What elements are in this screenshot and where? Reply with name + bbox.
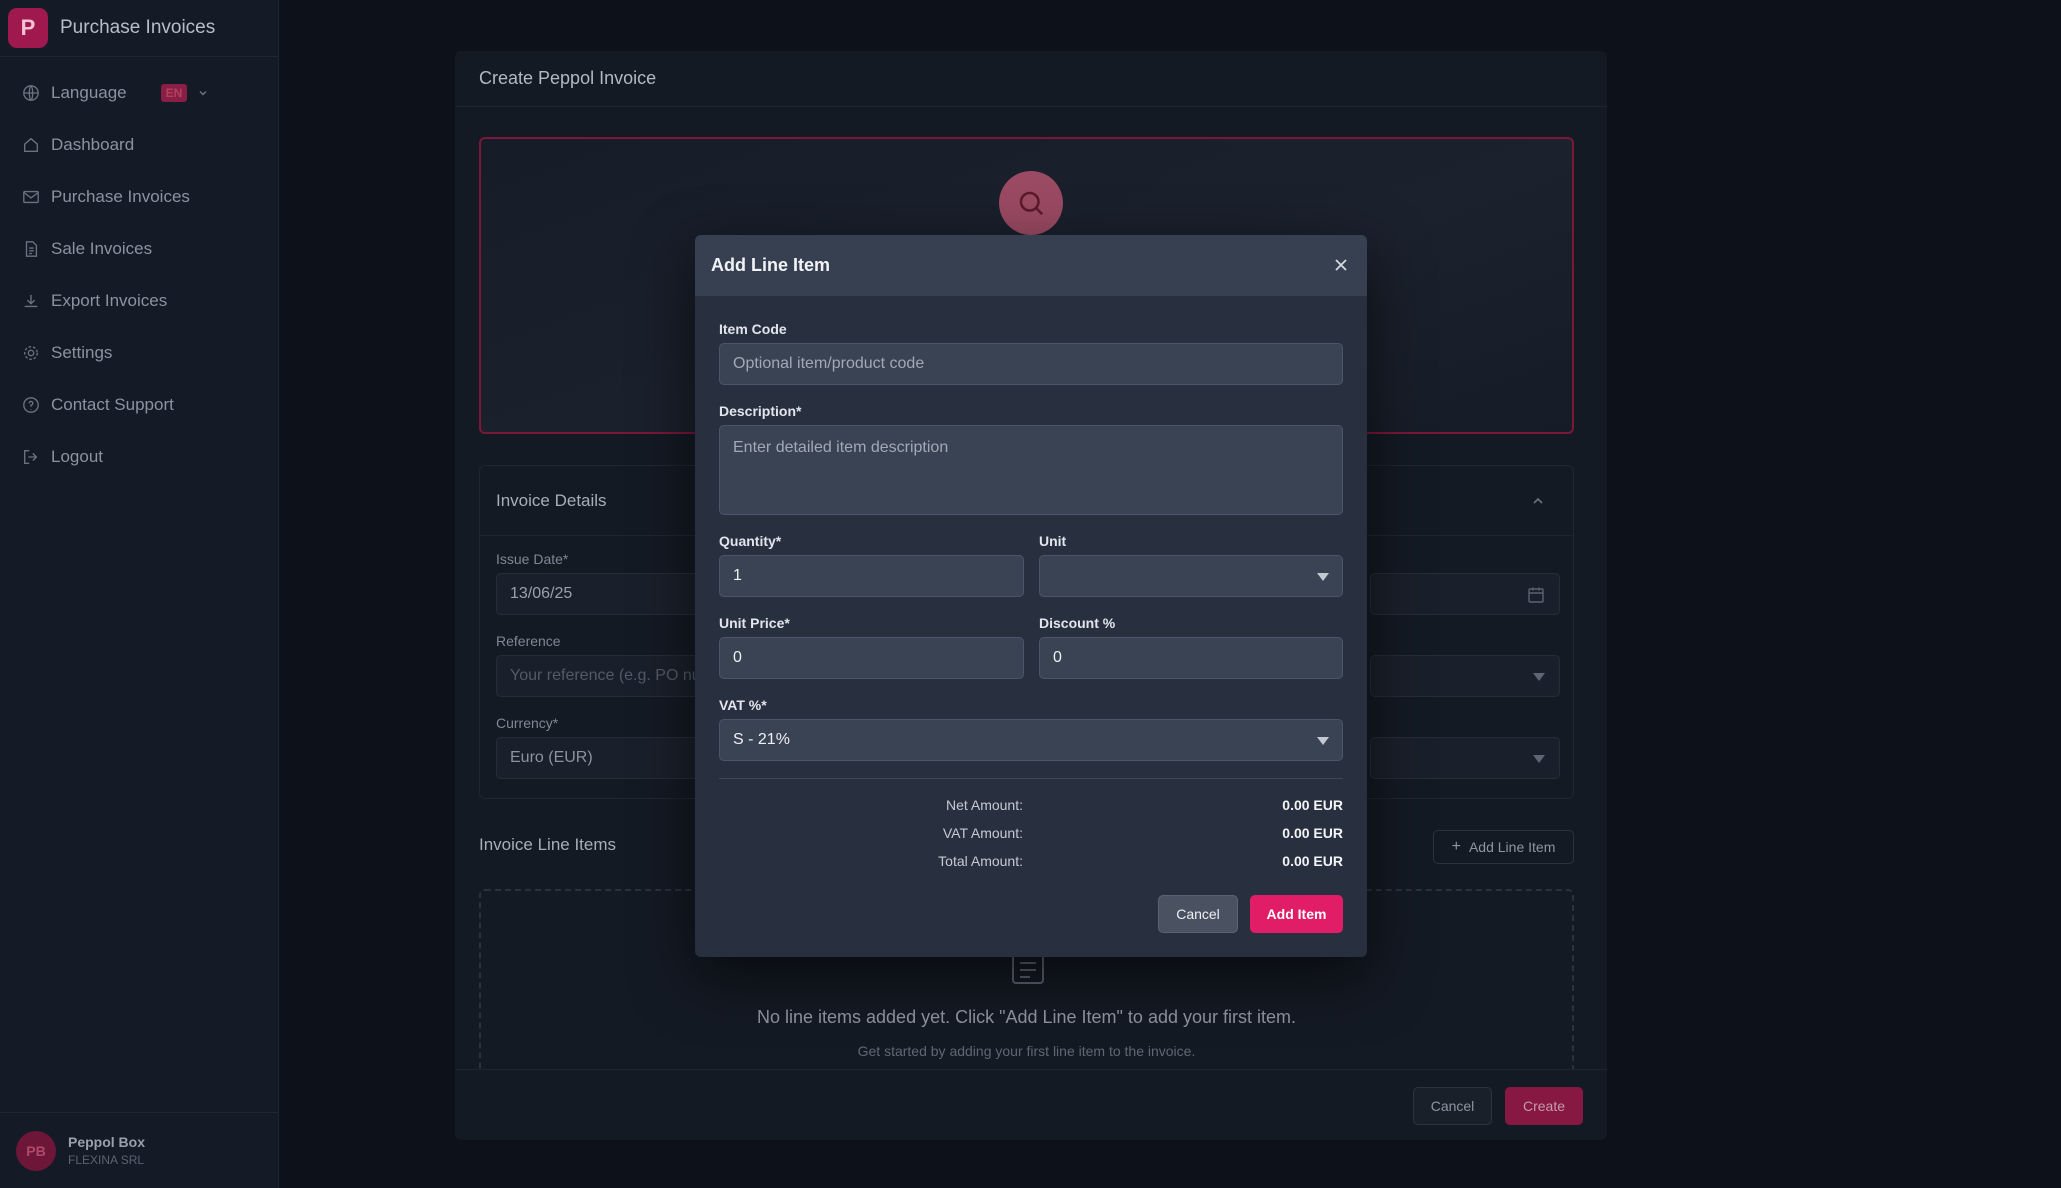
sidebar-item-export-invoices[interactable]: Export Invoices <box>0 275 278 327</box>
sidebar-item-label: Language <box>51 83 127 102</box>
currency-select[interactable]: Euro (EUR) <box>496 737 716 779</box>
sidebar-item-language[interactable]: Language EN <box>0 67 278 119</box>
language-badge: EN <box>160 84 188 102</box>
issue-date-input[interactable]: 13/06/25 <box>496 573 716 615</box>
reference-input[interactable]: Your reference (e.g. PO nu <box>496 655 716 697</box>
issue-date-label: Issue Date* <box>496 551 569 567</box>
user-profile[interactable]: PB Peppol Box FLEXINA SRL <box>0 1112 279 1188</box>
globe-icon <box>21 83 41 103</box>
sidebar-nav: Language EN Dashboard Purchase Invoices … <box>0 57 278 483</box>
download-icon <box>21 291 41 311</box>
discount-input[interactable]: 0 <box>1039 637 1343 679</box>
currency-label: Currency* <box>496 715 559 731</box>
help-circle-icon <box>21 395 41 415</box>
caret-down-icon <box>1317 573 1329 581</box>
description-label: Description* <box>719 403 802 419</box>
document-icon <box>21 239 41 259</box>
search-icon <box>999 171 1063 235</box>
net-amount-value: 0.00 EUR <box>1282 797 1343 813</box>
chevron-up-icon[interactable] <box>1531 494 1545 508</box>
sidebar-item-label: Contact Support <box>51 395 174 414</box>
chevron-down-icon <box>199 90 207 96</box>
caret-down-icon <box>1533 673 1545 681</box>
summary-divider <box>719 778 1343 779</box>
sidebar: P Purchase Invoices Language EN Dashboar… <box>0 0 279 1188</box>
vat-value: S - 21% <box>733 731 790 748</box>
add-line-item-button[interactable]: + Add Line Item <box>1433 830 1574 864</box>
sidebar-item-contact-support[interactable]: Contact Support <box>0 379 278 431</box>
sidebar-item-settings[interactable]: Settings <box>0 327 278 379</box>
unit-label: Unit <box>1039 533 1067 549</box>
sidebar-item-purchase-invoices[interactable]: Purchase Invoices <box>0 171 278 223</box>
home-icon <box>21 135 41 155</box>
due-date-input[interactable] <box>1370 573 1560 615</box>
net-amount-label: Net Amount: <box>945 797 1023 813</box>
vat-amount-label: VAT Amount: <box>942 825 1023 841</box>
caret-down-icon <box>1533 755 1545 763</box>
vat-select[interactable]: S - 21% <box>719 719 1343 761</box>
modal-cancel-button[interactable]: Cancel <box>1158 895 1238 933</box>
line-items-title: Invoice Line Items <box>479 835 617 854</box>
empty-state-subtitle: Get started by adding your first line it… <box>857 1043 1196 1059</box>
user-name: Peppol Box <box>68 1134 146 1150</box>
add-item-button[interactable]: Add Item <box>1250 895 1343 933</box>
vat-amount-value: 0.00 EUR <box>1282 825 1343 841</box>
unit-price-label: Unit Price* <box>719 615 790 631</box>
item-code-label: Item Code <box>719 321 787 337</box>
description-textarea[interactable]: Enter detailed item description <box>719 425 1343 515</box>
unit-select[interactable] <box>1039 555 1343 597</box>
create-button[interactable]: Create <box>1505 1087 1583 1125</box>
reference-label: Reference <box>496 633 561 649</box>
modal-header: Add Line Item <box>695 235 1367 296</box>
vat-label: VAT %* <box>719 697 767 713</box>
gear-icon <box>21 343 41 363</box>
avatar: PB <box>16 1130 56 1171</box>
sidebar-item-label: Export Invoices <box>51 291 168 310</box>
user-company: FLEXINA SRL <box>68 1153 145 1167</box>
sidebar-header: P Purchase Invoices <box>0 0 278 57</box>
user-info: Peppol Box FLEXINA SRL <box>68 1134 145 1167</box>
tertiary-select[interactable] <box>1370 737 1560 779</box>
sidebar-item-dashboard[interactable]: Dashboard <box>0 119 278 171</box>
secondary-select[interactable] <box>1370 655 1560 697</box>
sidebar-item-label: Purchase Invoices <box>51 187 190 206</box>
add-line-item-modal: Add Line Item Item Code Optional item/pr… <box>695 235 1367 957</box>
app-title: Purchase Invoices <box>60 17 216 38</box>
close-icon[interactable] <box>1333 257 1349 273</box>
item-code-input[interactable]: Optional item/product code <box>719 343 1343 385</box>
panel-footer: Cancel Create <box>455 1069 1607 1140</box>
discount-label: Discount % <box>1039 615 1116 631</box>
unit-price-input[interactable]: 0 <box>719 637 1024 679</box>
sidebar-item-label: Settings <box>51 343 113 362</box>
panel-title: Create Peppol Invoice <box>455 51 1607 107</box>
quantity-label: Quantity* <box>719 533 782 549</box>
calendar-icon <box>1528 587 1544 603</box>
section-title: Invoice Details <box>496 490 607 510</box>
panel-cancel-button[interactable]: Cancel <box>1413 1087 1492 1125</box>
modal-title: Add Line Item <box>711 255 831 275</box>
sidebar-item-label: Sale Invoices <box>51 239 153 258</box>
empty-state-title: No line items added yet. Click "Add Line… <box>756 1007 1296 1027</box>
sidebar-item-label: Dashboard <box>51 135 135 154</box>
plus-icon: + <box>1451 838 1461 855</box>
sidebar-item-label: Logout <box>51 447 103 466</box>
logout-icon <box>21 447 41 467</box>
total-amount-value: 0.00 EUR <box>1282 853 1343 869</box>
sidebar-item-logout[interactable]: Logout <box>0 431 278 483</box>
sidebar-item-sale-invoices[interactable]: Sale Invoices <box>0 223 278 275</box>
app-logo[interactable]: P <box>8 8 48 48</box>
caret-down-icon <box>1317 737 1329 745</box>
mail-icon <box>21 187 41 207</box>
button-label: Add Line Item <box>1468 839 1556 855</box>
quantity-input[interactable]: 1 <box>719 555 1024 597</box>
total-amount-label: Total Amount: <box>938 853 1023 869</box>
